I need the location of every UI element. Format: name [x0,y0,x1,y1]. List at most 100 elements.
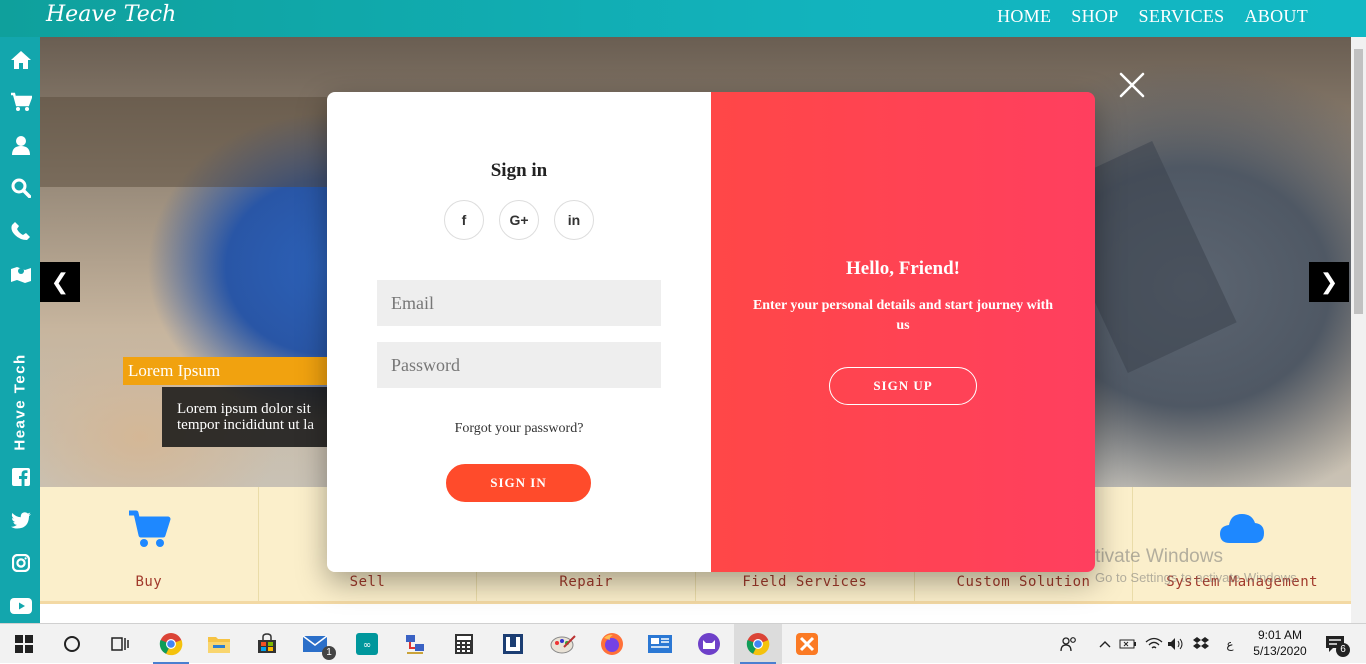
google-login-button[interactable]: G+ [499,200,539,240]
folder-icon [208,637,230,653]
network-tool-icon [406,635,424,654]
facebook-login-button[interactable]: f [444,200,484,240]
cat-icon [698,633,720,655]
youtube-icon[interactable] [10,595,32,617]
scrollbar-thumb[interactable] [1354,49,1363,314]
clock-date: 5/13/2020 [1253,644,1307,658]
chrome-icon [746,633,770,656]
service-label: Buy [135,574,163,590]
dropbox-icon [1193,637,1209,649]
taskbar-file-explorer[interactable] [195,624,243,664]
hero-background-shelf [40,97,340,187]
xampp-icon [796,633,818,655]
signin-button[interactable]: SIGN IN [446,464,591,502]
facebook-icon[interactable] [10,466,32,488]
taskbar-calculator[interactable] [440,624,488,664]
password-field[interactable] [377,342,661,388]
cart-icon[interactable] [10,91,32,113]
start-button[interactable] [0,624,48,664]
service-label: Field Services [742,574,868,590]
task-view-icon [111,637,129,651]
signup-button[interactable]: SIGN UP [829,367,977,405]
windows-icon [15,635,33,653]
taskbar-mail[interactable]: 1 [291,624,339,664]
service-buy[interactable]: Buy [40,487,259,601]
nav-about[interactable]: ABOUT [1245,6,1309,27]
taskbar-clock[interactable]: 9:01 AM 5/13/2020 [1248,627,1312,659]
auth-modal: Sign in f G+ in Forgot your password? SI… [327,92,1095,572]
carousel-prev-button[interactable]: ❮ [40,262,80,302]
page-scrollbar[interactable] [1351,37,1366,623]
activate-windows-watermark: Activate Windows Go to Settings to activ… [1073,546,1301,585]
service-label: Sell [349,574,386,590]
taskbar-code-editor[interactable] [489,624,537,664]
close-icon [1119,72,1145,98]
action-center-button[interactable]: 6 [1318,624,1352,664]
signin-title: Sign in [490,160,548,181]
map-icon[interactable] [10,263,32,285]
battery-tray[interactable] [1118,624,1138,664]
brand-logo[interactable]: Heave Tech [46,0,176,30]
top-navbar: Heave Tech HOME SHOP SERVICES ABOUT [0,0,1366,37]
store-icon [258,633,276,653]
carousel-next-button[interactable]: ❯ [1309,262,1349,302]
taskbar-sticky-app[interactable] [636,624,684,664]
signin-panel: Sign in f G+ in Forgot your password? SI… [327,92,711,572]
phone-icon[interactable] [10,220,32,242]
editor-icon [503,634,523,654]
user-icon[interactable] [10,134,32,156]
sidebar-brand-vertical: Heave Tech [11,353,29,451]
hello-description: Enter your personal details and start jo… [752,298,1054,333]
page-content-below [40,607,1351,623]
cloud-icon [1218,509,1266,550]
carousel-caption-title: Lorem Ipsum [123,357,343,385]
instagram-icon[interactable] [10,552,32,574]
taskbar-network-tool[interactable] [391,624,439,664]
arduino-icon: ∞ [356,633,378,655]
nav-home[interactable]: HOME [997,6,1051,27]
taskbar-paint[interactable] [539,624,587,664]
search-button[interactable] [48,624,96,664]
dropbox-tray[interactable] [1190,624,1212,664]
cart-icon [127,509,171,554]
nav-services[interactable]: SERVICES [1139,6,1225,27]
svg-text:∞: ∞ [363,640,371,651]
task-view-button[interactable] [96,624,144,664]
taskbar-arduino[interactable]: ∞ [343,624,391,664]
taskbar-store[interactable] [243,624,291,664]
volume-tray[interactable] [1166,624,1186,664]
input-language[interactable]: ع [1222,624,1238,664]
chevron-up-icon [1099,641,1111,648]
nav-links: HOME SHOP SERVICES ABOUT [997,6,1308,27]
side-bar: Heave Tech [0,37,40,623]
modal-close-button[interactable] [1117,70,1147,100]
email-field[interactable] [377,280,661,326]
chrome-icon [159,633,183,656]
signup-overlay-panel: Hello, Friend! Enter your personal detai… [711,92,1095,572]
service-label: Repair [559,574,613,590]
nav-shop[interactable]: SHOP [1071,6,1118,27]
windows-taskbar: 1 ∞ ع 9:01 AM 5/13/2020 6 [0,623,1366,664]
mail-badge: 1 [322,646,336,660]
forgot-password-link[interactable]: Forgot your password? [327,421,711,437]
linkedin-login-button[interactable]: in [554,200,594,240]
people-icon [1060,637,1076,652]
calculator-icon [455,634,473,654]
people-button[interactable] [1058,624,1080,664]
clock-time: 9:01 AM [1257,628,1303,642]
battery-icon [1119,639,1136,649]
wifi-tray[interactable] [1144,624,1164,664]
twitter-icon[interactable] [10,509,32,531]
home-icon[interactable] [10,49,32,71]
taskbar-chrome[interactable] [147,624,195,664]
show-hidden-icons-button[interactable] [1096,624,1114,664]
taskbar-github-desktop[interactable] [685,624,733,664]
paint-icon [550,635,576,654]
firefox-icon [601,633,623,655]
notification-badge: 6 [1336,643,1350,657]
speaker-icon [1168,638,1183,650]
search-icon[interactable] [10,177,32,199]
taskbar-xampp[interactable] [783,624,831,664]
taskbar-chrome-active[interactable] [734,624,782,664]
taskbar-firefox[interactable] [588,624,636,664]
